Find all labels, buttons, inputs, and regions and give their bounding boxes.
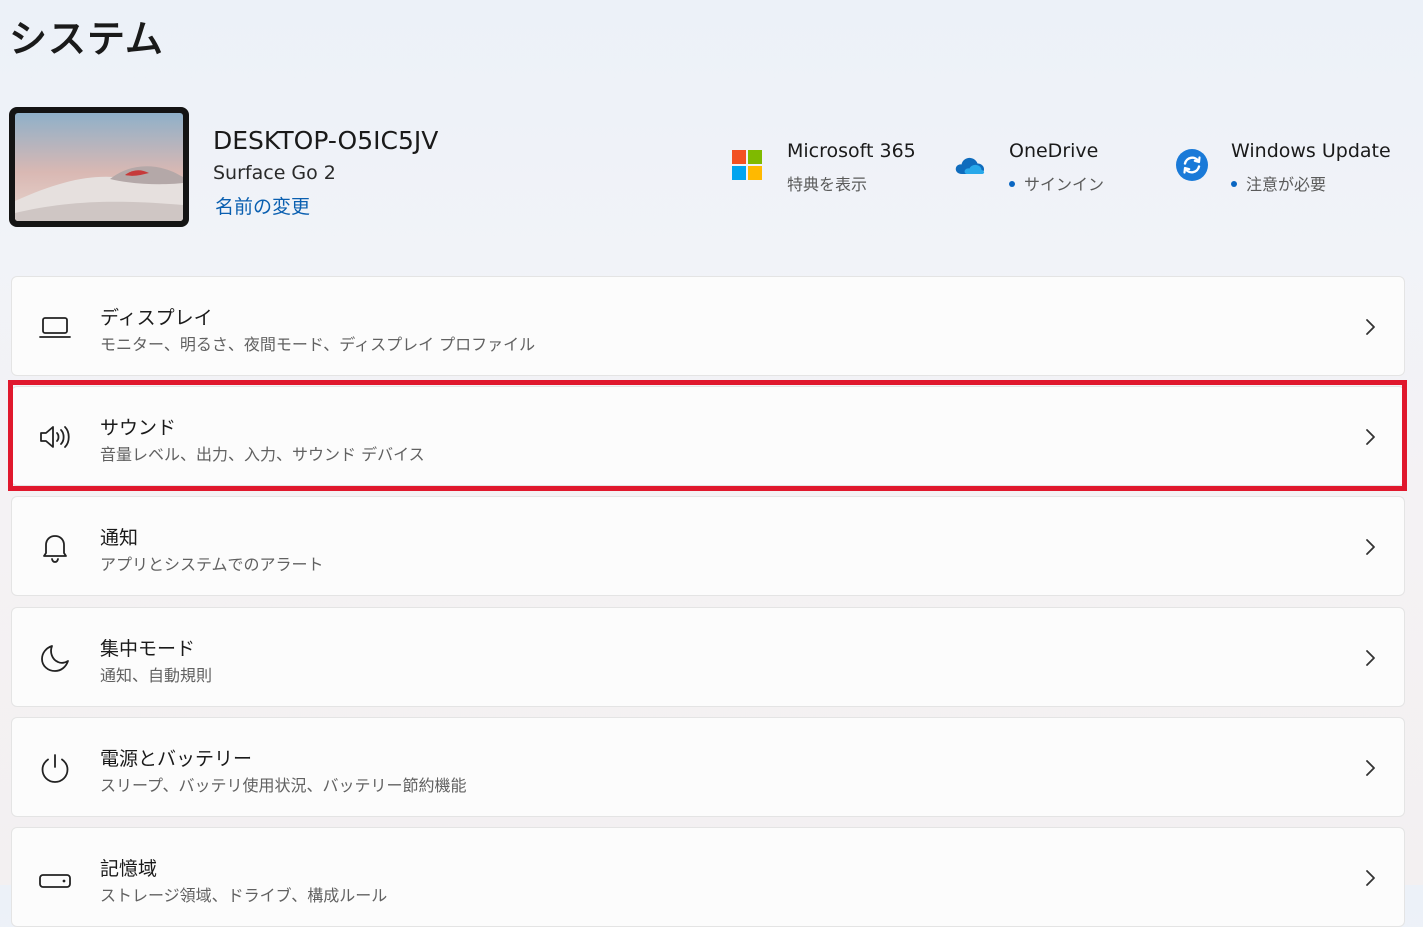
moon-icon — [41, 645, 69, 672]
display-laptop-icon — [39, 317, 71, 338]
chevron-right-icon — [1366, 870, 1375, 886]
windows-update-icon — [1176, 149, 1208, 181]
chevron-right-icon — [1366, 319, 1375, 335]
microsoft-logo-icon — [732, 150, 762, 180]
settings-item-title: 記憶域 — [100, 858, 158, 880]
chevron-right-icon — [1366, 650, 1375, 666]
settings-item-subtitle: アプリとシステムでのアラート — [100, 555, 324, 574]
device-name: DESKTOP-O5IC5JV — [213, 126, 439, 155]
settings-item-subtitle: ストレージ領域、ドライブ、構成ルール — [100, 886, 388, 905]
power-icon — [41, 754, 69, 783]
settings-item-notifications[interactable]: 通知 アプリとシステムでのアラート — [11, 496, 1405, 596]
settings-item-storage[interactable]: 記憶域 ストレージ領域、ドライブ、構成ルール — [11, 827, 1405, 927]
onedrive-title: OneDrive — [1009, 140, 1099, 162]
settings-item-subtitle: スリープ、バッテリ使用状況、バッテリー節約機能 — [100, 776, 467, 795]
microsoft-365-subtitle: 特典を表示 — [787, 171, 867, 195]
device-model: Surface Go 2 — [213, 162, 336, 184]
onedrive-cloud-icon — [955, 157, 985, 174]
settings-item-subtitle: モニター、明るさ、夜間モード、ディスプレイ プロファイル — [100, 335, 536, 354]
settings-item-display[interactable]: ディスプレイ モニター、明るさ、夜間モード、ディスプレイ プロファイル — [11, 276, 1405, 376]
settings-item-subtitle: 通知、自動規則 — [100, 666, 213, 685]
windows-update-title: Windows Update — [1231, 140, 1391, 162]
device-thumbnail — [9, 107, 189, 227]
settings-item-focus[interactable]: 集中モード 通知、自動規則 — [11, 607, 1405, 707]
microsoft-365-subtitle-text: 特典を表示 — [787, 175, 868, 194]
desktop-wallpaper-thumbnail — [15, 113, 183, 221]
storage-drive-icon — [39, 874, 71, 888]
speaker-icon — [40, 426, 70, 448]
wallpaper-image — [15, 113, 183, 221]
settings-item-sound[interactable]: サウンド 音量レベル、出力、入力、サウンド デバイス — [11, 386, 1405, 486]
chevron-right-icon — [1366, 539, 1375, 555]
settings-item-title: 電源とバッテリー — [100, 748, 253, 770]
bell-icon — [43, 535, 67, 563]
chevron-right-icon — [1366, 429, 1375, 445]
chevron-right-icon — [1366, 760, 1375, 776]
onedrive-subtitle-text: サインイン — [1024, 175, 1105, 194]
microsoft-365-title: Microsoft 365 — [787, 140, 916, 162]
settings-item-title: ディスプレイ — [100, 307, 213, 329]
settings-item-title: 集中モード — [100, 638, 196, 660]
settings-item-title: サウンド — [100, 417, 177, 439]
windows-update-subtitle-text: 注意が必要 — [1246, 175, 1327, 194]
status-dot — [1231, 180, 1237, 187]
settings-item-subtitle: 音量レベル、出力、入力、サウンド デバイス — [100, 445, 425, 464]
status-dot — [1009, 180, 1015, 187]
windows-update-subtitle: 注意が必要 — [1231, 171, 1326, 195]
settings-item-title: 通知 — [100, 527, 139, 549]
page-title: システム — [9, 17, 164, 61]
settings-item-power[interactable]: 電源とバッテリー スリープ、バッテリ使用状況、バッテリー節約機能 — [11, 717, 1405, 817]
rename-link[interactable]: 名前の変更 — [215, 192, 310, 219]
onedrive-subtitle: サインイン — [1009, 171, 1104, 195]
